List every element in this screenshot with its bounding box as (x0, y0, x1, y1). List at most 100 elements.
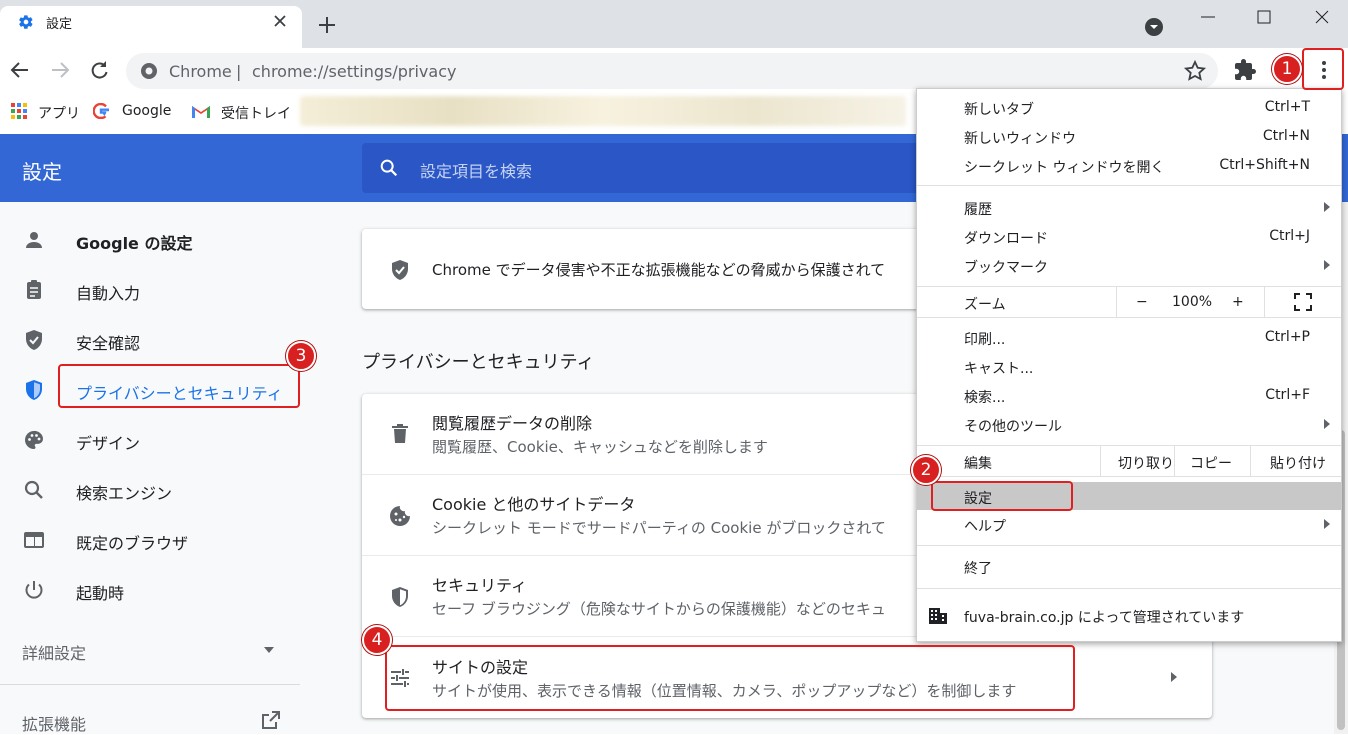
annotation-badge-1: 1 (1272, 54, 1302, 84)
sidebar-item-label: Google の設定 (76, 234, 193, 253)
menu-shortcut: Ctrl+T (1264, 99, 1310, 115)
external-link-icon (262, 711, 280, 729)
menu-separator (917, 588, 1341, 589)
annotation-badge-3: 3 (286, 341, 316, 371)
menu-label: シークレット ウィンドウを開く (964, 160, 1165, 176)
bookmark-inbox[interactable]: 受信トレイ (221, 103, 291, 123)
copy-button[interactable]: コピー (1190, 453, 1232, 473)
gmail-icon (192, 106, 210, 118)
search-icon (380, 159, 398, 177)
menu-zoom-label: ズーム (964, 297, 1006, 313)
annotation-box-menu (1302, 48, 1344, 90)
new-tab-icon[interactable] (316, 14, 338, 36)
gear-icon (19, 15, 33, 29)
sidebar-extensions[interactable]: 拡張機能 (22, 711, 86, 735)
google-g-icon (93, 103, 109, 119)
close-icon[interactable] (270, 11, 290, 31)
back-arrow-icon[interactable] (8, 58, 32, 82)
menu-label: キャスト... (964, 361, 1034, 377)
sidebar-divider (0, 684, 300, 685)
zoom-value: 100% (1172, 294, 1213, 310)
window-close-icon[interactable] (1310, 5, 1334, 29)
sidebar-item-on-startup[interactable]: 起動時 (0, 570, 300, 610)
browser-icon (24, 532, 44, 548)
address-url[interactable]: chrome://settings/privacy (252, 62, 456, 81)
menu-separator (917, 445, 1341, 446)
menu-separator (917, 286, 1341, 287)
submenu-arrow-icon (1324, 419, 1330, 429)
row-subtitle: セーフ ブラウジング（危険なサイトからの保護機能）などのセキュ (432, 600, 886, 618)
search-placeholder: 設定項目を検索 (420, 162, 533, 181)
maximize-icon[interactable] (1252, 5, 1276, 29)
shield-check-icon (26, 330, 42, 350)
edit-divider (1100, 446, 1101, 476)
menu-label: 終了 (964, 561, 992, 577)
bookmark-google[interactable]: Google (122, 103, 171, 119)
bookmark-apps[interactable]: アプリ (38, 103, 80, 123)
menu-shortcut: Ctrl+F (1265, 387, 1310, 403)
chrome-logo-icon (141, 63, 157, 79)
menu-shortcut: Ctrl+N (1262, 128, 1310, 144)
paste-button[interactable]: 貼り付け (1270, 453, 1326, 473)
building-icon (929, 608, 947, 624)
security-shield-icon (392, 587, 408, 607)
sidebar-item-autofill[interactable]: 自動入力 (0, 270, 300, 310)
trash-icon (392, 424, 408, 443)
annotation-box-privacy (58, 364, 300, 408)
shield-icon (392, 260, 408, 280)
caret-down-icon[interactable] (262, 644, 276, 656)
annotation-box-site-settings (385, 645, 1075, 711)
menu-shortcut: Ctrl+J (1269, 228, 1310, 244)
menu-label: 印刷... (964, 332, 1006, 348)
menu-label: 履歴 (964, 202, 992, 218)
menu-separator (917, 545, 1341, 546)
extensions-puzzle-icon[interactable] (1233, 58, 1257, 82)
tab-search-icon[interactable] (1144, 17, 1164, 37)
sidebar-item-safety-check[interactable]: 安全確認 (0, 320, 300, 360)
menu-label: ダウンロード (964, 231, 1048, 247)
clipboard-icon (27, 280, 41, 299)
settings-title: 設定 (22, 160, 62, 184)
managed-by-label: fuva-brain.co.jp によって管理されています (964, 610, 1245, 626)
star-icon[interactable] (1183, 59, 1207, 83)
address-site-label: Chrome (169, 62, 232, 81)
cookie-icon (390, 506, 410, 526)
forward-arrow-icon[interactable] (48, 58, 72, 82)
sidebar-item-default-browser[interactable]: 既定のブラウザ (0, 520, 300, 560)
minimize-icon[interactable] (1196, 5, 1220, 29)
edit-divider (1250, 446, 1251, 476)
chevron-right-icon (1171, 672, 1177, 682)
sidebar-item-label: デザイン (76, 434, 141, 453)
sidebar-item-appearance[interactable]: デザイン (0, 420, 300, 460)
person-icon (26, 232, 42, 248)
submenu-arrow-icon (1324, 202, 1330, 212)
sidebar-item-search-engine[interactable]: 検索エンジン (0, 470, 300, 510)
apps-grid-icon (11, 103, 27, 119)
menu-shortcut: Ctrl+Shift+N (1219, 157, 1310, 173)
menu-label: ブックマーク (964, 260, 1048, 276)
reload-icon[interactable] (87, 58, 111, 82)
zoom-divider (1264, 287, 1265, 317)
annotation-badge-4: 4 (362, 625, 392, 655)
menu-separator (917, 317, 1341, 318)
menu-shortcut: Ctrl+P (1264, 329, 1310, 345)
menu-label: 新しいウィンドウ (964, 131, 1076, 147)
fullscreen-icon[interactable] (1294, 293, 1312, 311)
row-title: セキュリティ (432, 576, 528, 595)
palette-icon (25, 430, 43, 449)
submenu-arrow-icon (1324, 260, 1330, 270)
sidebar-item-label: 既定のブラウザ (76, 534, 189, 553)
power-icon (25, 581, 43, 599)
sidebar-item-google[interactable]: Google の設定 (0, 220, 300, 260)
zoom-in-button[interactable]: + (1232, 294, 1244, 310)
sidebar-item-label: 自動入力 (76, 284, 141, 303)
zoom-out-button[interactable]: − (1136, 294, 1148, 310)
annotation-badge-2: 2 (911, 455, 941, 485)
sidebar-advanced[interactable]: 詳細設定 (22, 640, 86, 664)
cut-button[interactable]: 切り取り (1118, 453, 1174, 473)
blurred-bookmarks (300, 96, 906, 126)
row-title: 閲覧履歴データの削除 (432, 414, 593, 433)
menu-label: 検索... (964, 390, 1006, 406)
search-icon (24, 480, 43, 499)
section-title: プライバシーとセキュリティ (362, 352, 595, 373)
